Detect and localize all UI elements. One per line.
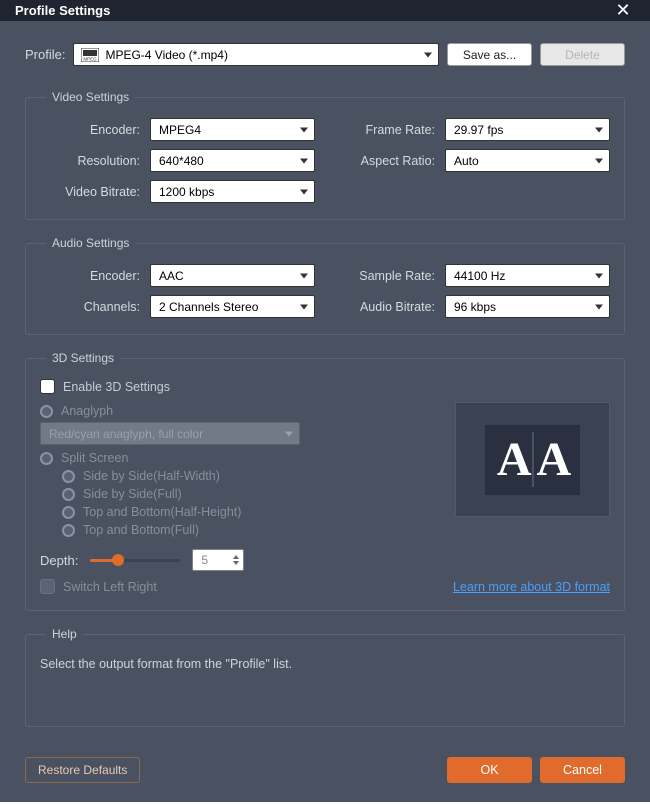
chevron-down-icon: [595, 273, 603, 278]
resolution-select[interactable]: 640*480: [150, 149, 315, 172]
anaglyph-label: Anaglyph: [61, 404, 113, 418]
video-settings-group: Video Settings Encoder: MPEG4 Frame Rate…: [25, 90, 625, 220]
enable-3d-label: Enable 3D Settings: [63, 380, 170, 394]
chevron-down-icon: [300, 273, 308, 278]
chevron-down-icon: [595, 127, 603, 132]
audio-bitrate-label: Audio Bitrate:: [325, 300, 435, 314]
enable-3d-checkbox[interactable]: [40, 379, 55, 394]
audio-encoder-select[interactable]: AAC: [150, 264, 315, 287]
chevron-down-icon: [300, 189, 308, 194]
chevron-down-icon: [595, 304, 603, 309]
footer: Restore Defaults OK Cancel: [0, 743, 650, 805]
spinner-down-icon[interactable]: [233, 561, 239, 565]
samplerate-label: Sample Rate:: [325, 269, 435, 283]
svg-text:MPEG: MPEG: [84, 56, 98, 61]
mpeg-file-icon: MPEG: [80, 47, 100, 63]
spinner-up-icon[interactable]: [233, 555, 239, 559]
save-as-button[interactable]: Save as...: [447, 43, 532, 66]
switch-lr-label: Switch Left Right: [63, 580, 157, 594]
chevron-down-icon: [300, 158, 308, 163]
window-title: Profile Settings: [15, 3, 110, 18]
help-group: Help Select the output format from the "…: [25, 627, 625, 727]
anaglyph-radio: [40, 405, 53, 418]
profile-settings-window: Profile Settings ✕ Profile: MPEG MPEG-4 …: [0, 0, 650, 802]
chevron-down-icon: [595, 158, 603, 163]
video-settings-legend: Video Settings: [46, 90, 135, 104]
profile-row: Profile: MPEG MPEG-4 Video (*.mp4) Save …: [25, 43, 625, 66]
audio-bitrate-select[interactable]: 96 kbps: [445, 295, 610, 318]
channels-select[interactable]: 2 Channels Stereo: [150, 295, 315, 318]
close-icon[interactable]: ✕: [611, 0, 635, 21]
depth-label: Depth:: [40, 553, 78, 568]
video-encoder-label: Encoder:: [40, 123, 140, 137]
help-text: Select the output format from the "Profi…: [40, 655, 610, 673]
content: Profile: MPEG MPEG-4 Video (*.mp4) Save …: [0, 21, 650, 743]
split-screen-label: Split Screen: [61, 451, 128, 465]
audio-settings-group: Audio Settings Encoder: AAC Sample Rate:…: [25, 236, 625, 335]
depth-spinner[interactable]: 5: [192, 549, 244, 571]
anaglyph-type-select: Red/cyan anaglyph, full color: [40, 422, 300, 445]
profile-select[interactable]: MPEG MPEG-4 Video (*.mp4): [73, 43, 439, 66]
ok-button[interactable]: OK: [447, 757, 532, 783]
profile-value: MPEG-4 Video (*.mp4): [105, 48, 228, 62]
depth-slider[interactable]: [90, 552, 180, 568]
3d-preview: A A: [455, 402, 610, 517]
restore-defaults-button[interactable]: Restore Defaults: [25, 757, 140, 783]
aspect-select[interactable]: Auto: [445, 149, 610, 172]
video-bitrate-select[interactable]: 1200 kbps: [150, 180, 315, 203]
framerate-label: Frame Rate:: [325, 123, 435, 137]
3d-settings-legend: 3D Settings: [46, 351, 120, 365]
sbs-full-radio: [62, 488, 75, 501]
chevron-down-icon: [424, 52, 432, 57]
switch-lr-checkbox: [40, 579, 55, 594]
framerate-select[interactable]: 29.97 fps: [445, 118, 610, 141]
tab-full-radio: [62, 524, 75, 537]
chevron-down-icon: [300, 127, 308, 132]
split-screen-radio: [40, 452, 53, 465]
profile-label: Profile:: [25, 47, 65, 62]
chevron-down-icon: [300, 304, 308, 309]
channels-label: Channels:: [40, 300, 140, 314]
audio-encoder-label: Encoder:: [40, 269, 140, 283]
resolution-label: Resolution:: [40, 154, 140, 168]
learn-3d-link[interactable]: Learn more about 3D format: [453, 580, 610, 594]
aspect-label: Aspect Ratio:: [325, 154, 435, 168]
samplerate-select[interactable]: 44100 Hz: [445, 264, 610, 287]
audio-settings-legend: Audio Settings: [46, 236, 135, 250]
delete-button: Delete: [540, 43, 625, 66]
3d-settings-group: 3D Settings Enable 3D Settings Anaglyph …: [25, 351, 625, 611]
cancel-button[interactable]: Cancel: [540, 757, 625, 783]
sbs-half-radio: [62, 470, 75, 483]
help-legend: Help: [46, 627, 83, 641]
video-encoder-select[interactable]: MPEG4: [150, 118, 315, 141]
video-bitrate-label: Video Bitrate:: [40, 185, 140, 199]
chevron-down-icon: [285, 431, 293, 436]
titlebar: Profile Settings ✕: [0, 0, 650, 21]
tab-half-radio: [62, 506, 75, 519]
